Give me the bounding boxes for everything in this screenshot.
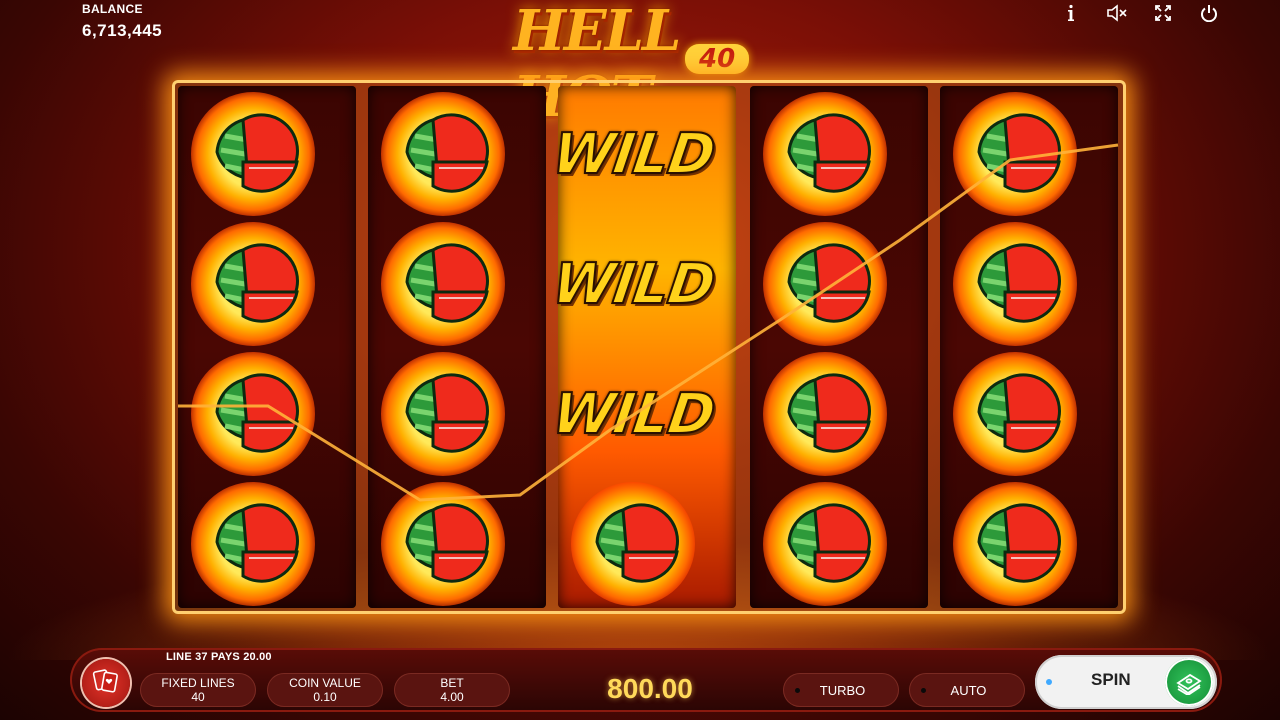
watermelon-symbol — [750, 482, 900, 606]
turbo-label: TURBO — [819, 682, 866, 698]
watermelon-symbol — [178, 222, 328, 346]
watermelon-icon — [775, 370, 875, 459]
bet-label: BET — [440, 676, 464, 690]
fixed-lines-label: FIXED LINES — [161, 676, 235, 690]
wild-text: WILD — [547, 381, 719, 448]
coin-value-label: COIN VALUE — [289, 676, 361, 690]
watermelon-symbol — [940, 352, 1090, 476]
balance-value: 6,713,445 — [82, 21, 163, 40]
watermelon-icon — [393, 240, 493, 329]
wild-text: WILD — [547, 251, 719, 318]
watermelon-icon — [203, 110, 303, 199]
watermelon-icon — [203, 370, 303, 459]
watermelon-icon — [393, 370, 493, 459]
balance-panel: BALANCE 6,713,445 — [82, 2, 162, 41]
auto-label: AUTO — [950, 682, 987, 698]
watermelon-symbol — [940, 482, 1090, 606]
wild-symbol: WILD — [547, 92, 719, 216]
watermelon-icon — [775, 240, 875, 329]
watermelon-icon — [965, 110, 1065, 199]
watermelon-symbol — [178, 92, 328, 216]
coin-value-value: 0.10 — [313, 690, 337, 704]
watermelon-icon — [775, 110, 875, 199]
sound-muted-icon[interactable] — [1106, 2, 1128, 24]
wild-symbol: WILD — [547, 352, 719, 476]
bet-value: 4.00 — [440, 690, 464, 704]
watermelon-icon — [965, 370, 1065, 459]
watermelon-symbol — [368, 482, 518, 606]
watermelon-symbol — [368, 92, 518, 216]
paytable-button[interactable] — [82, 659, 130, 707]
watermelon-icon — [965, 240, 1065, 329]
watermelon-symbol — [178, 482, 328, 606]
watermelon-symbol — [940, 222, 1090, 346]
cash-icon — [1165, 658, 1213, 706]
watermelon-symbol — [750, 92, 900, 216]
coin-value-selector[interactable]: COIN VALUE 0.10 — [267, 673, 383, 707]
watermelon-icon — [583, 500, 683, 589]
auto-toggle[interactable]: AUTO — [909, 673, 1025, 707]
wild-symbol: WILD — [547, 222, 719, 346]
fixed-lines-display: FIXED LINES 40 — [140, 673, 256, 707]
info-icon[interactable] — [1060, 2, 1082, 24]
watermelon-icon — [775, 500, 875, 589]
watermelon-symbol — [368, 352, 518, 476]
watermelon-symbol — [558, 482, 708, 606]
turbo-toggle[interactable]: TURBO — [783, 673, 899, 707]
watermelon-icon — [393, 110, 493, 199]
watermelon-icon — [203, 500, 303, 589]
watermelon-symbol — [178, 352, 328, 476]
watermelon-icon — [393, 500, 493, 589]
watermelon-icon — [203, 240, 303, 329]
logo-subtitle: 40 — [685, 44, 750, 74]
fullscreen-icon[interactable] — [1152, 2, 1174, 24]
watermelon-symbol — [750, 352, 900, 476]
game-logo: HELL HOT 40 — [505, 0, 795, 130]
spin-button[interactable]: SPIN — [1035, 655, 1217, 709]
win-amount: 800.00 — [607, 673, 693, 704]
wild-text: WILD — [547, 121, 719, 188]
top-toolbar — [1060, 2, 1220, 24]
watermelon-symbol — [940, 92, 1090, 216]
spin-indicator — [1046, 679, 1052, 685]
spin-label: SPIN — [1091, 670, 1131, 689]
win-message: LINE 37 PAYS 20.00 — [166, 651, 272, 663]
watermelon-symbol — [750, 222, 900, 346]
fixed-lines-value: 40 — [191, 690, 205, 704]
watermelon-symbol — [368, 222, 518, 346]
bet-selector[interactable]: BET 4.00 — [394, 673, 510, 707]
balance-label: BALANCE — [82, 2, 143, 16]
cards-icon — [92, 668, 120, 699]
watermelon-icon — [965, 500, 1065, 589]
power-icon[interactable] — [1198, 2, 1220, 24]
